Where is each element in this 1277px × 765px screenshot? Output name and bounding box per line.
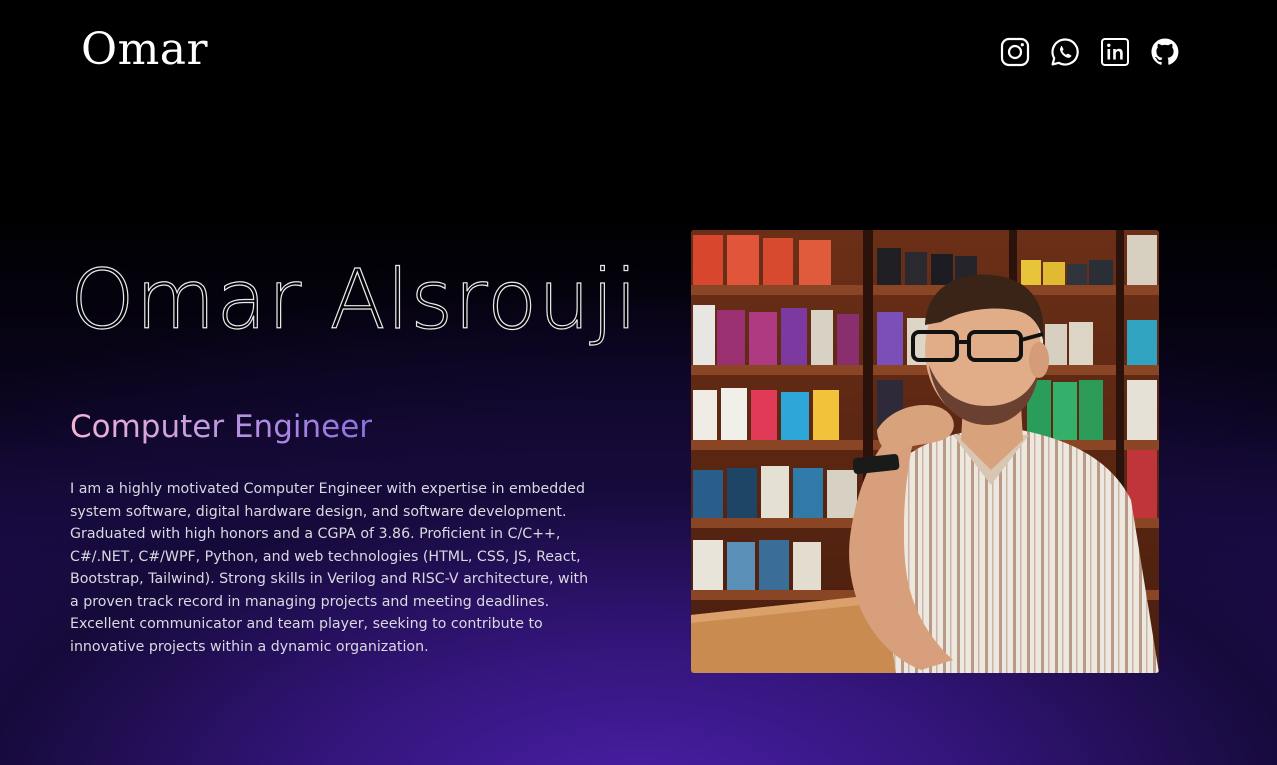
social-links [999, 36, 1181, 68]
profile-photo [691, 230, 1159, 673]
instagram-icon [1000, 37, 1030, 67]
whatsapp-link[interactable] [1049, 36, 1081, 68]
site-logo[interactable]: Omar [81, 28, 208, 72]
page: Omar Omar Alsrouji Computer Engineer I a… [0, 0, 1277, 765]
hero-name: Omar Alsrouji [69, 253, 639, 348]
github-icon [1151, 38, 1179, 65]
github-link[interactable] [1149, 36, 1181, 68]
profile-photo-illustration [691, 230, 1159, 673]
hero-role: Computer Engineer [70, 409, 373, 445]
whatsapp-icon [1051, 38, 1079, 66]
hero-bio: I am a highly motivated Computer Enginee… [70, 481, 589, 655]
linkedin-icon [1101, 38, 1129, 66]
instagram-link[interactable] [999, 36, 1031, 68]
linkedin-link[interactable] [1099, 36, 1131, 68]
